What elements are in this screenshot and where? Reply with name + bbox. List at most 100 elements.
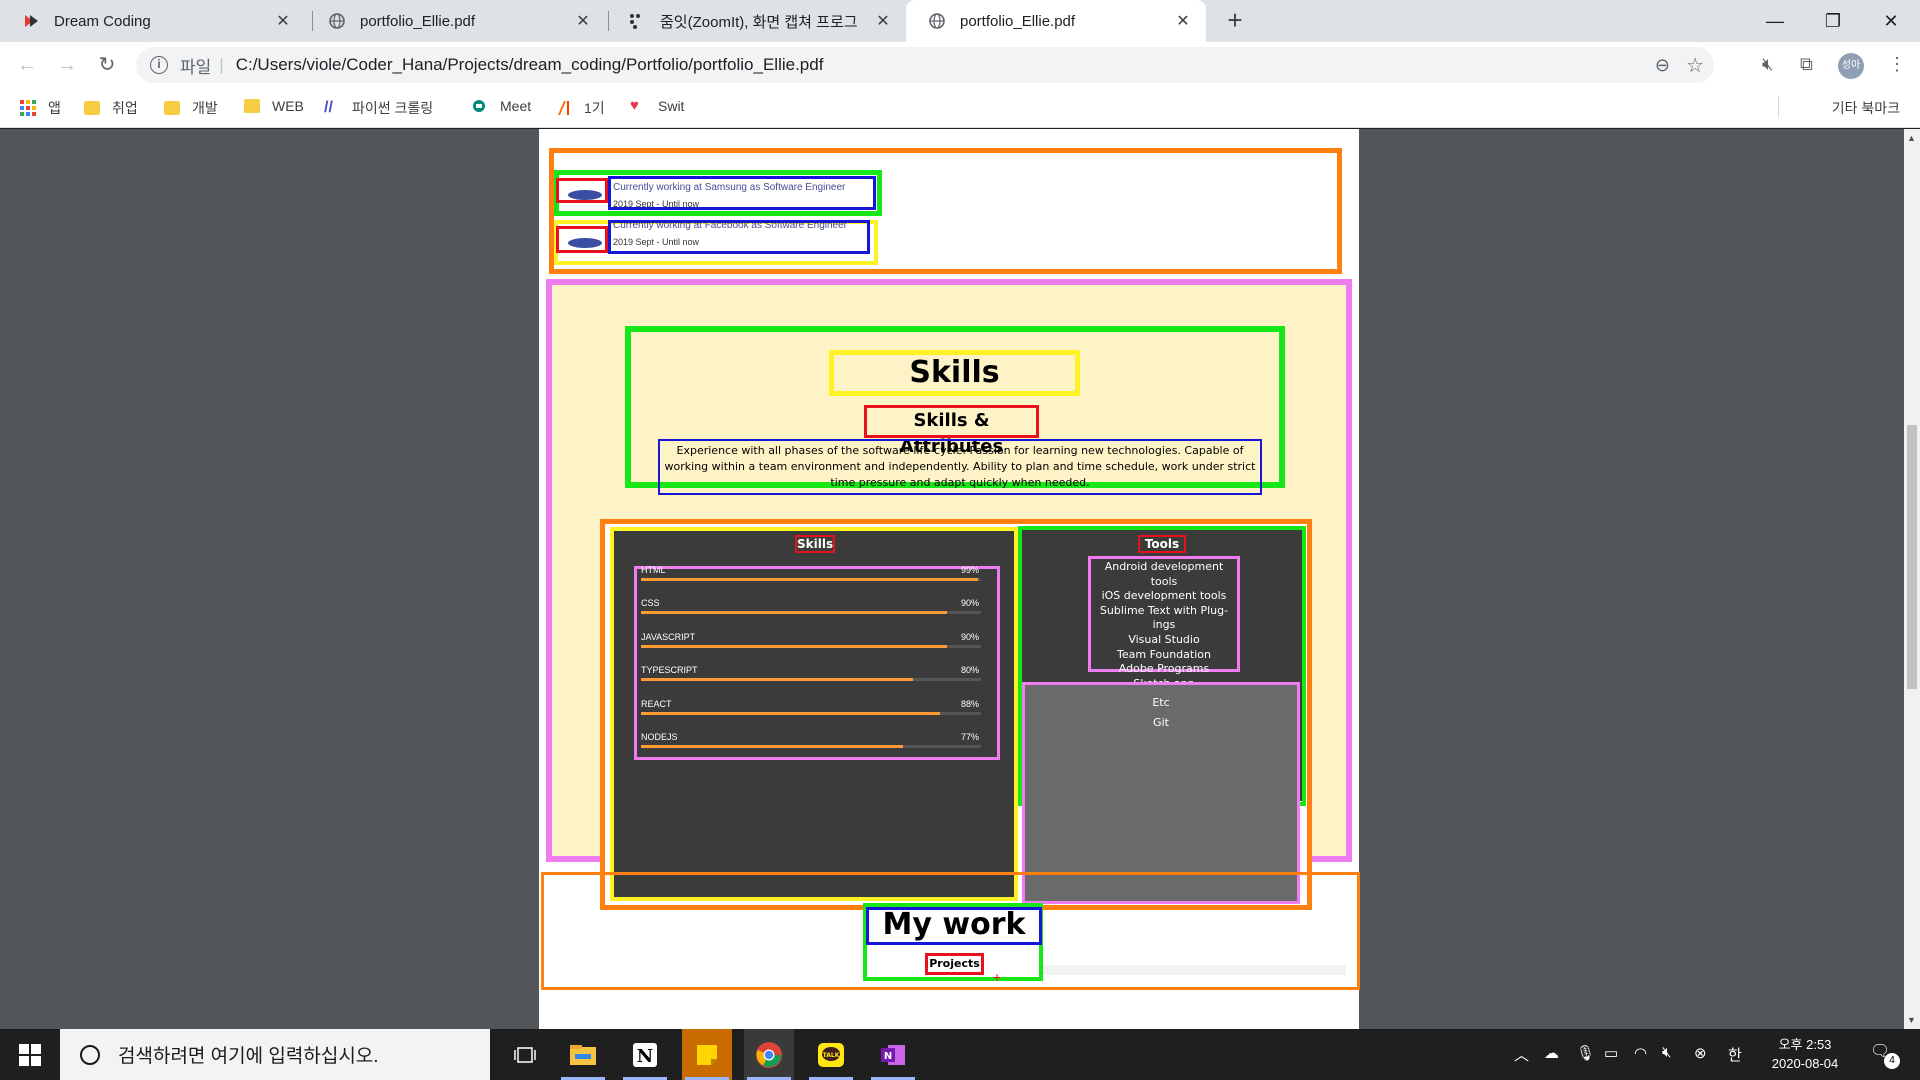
clock-date: 2020-08-04 (1771, 1056, 1839, 1071)
tab-portfolio-active[interactable]: portfolio_Ellie.pdf ✕ (906, 0, 1206, 42)
pdf-viewer[interactable]: Currently working at Samsung as Software… (0, 129, 1904, 1029)
job-description: Currently working at Samsung as Software… (608, 176, 876, 210)
tray-chevron-icon[interactable]: ︿ (1514, 1044, 1529, 1065)
volume-muted-icon[interactable]: 🔇︎ (1662, 1044, 1671, 1061)
skill-bar-fill (641, 678, 913, 681)
mywork-title: My work (882, 907, 1026, 942)
scroll-up-icon[interactable]: ▲ (1907, 133, 1916, 143)
bookmark-label: 파이썬 크롤링 (352, 100, 434, 116)
mute-icon[interactable]: 🔇︎ (1762, 54, 1773, 75)
svg-text:TALK: TALK (823, 1052, 840, 1059)
info-icon[interactable]: i (150, 56, 168, 74)
bookmark-folder-job[interactable]: 취업 (84, 98, 138, 118)
back-button[interactable]: ← (12, 50, 42, 80)
bookmark-label: 1기 (584, 100, 605, 116)
bookmark-divider (1778, 96, 1779, 118)
restore-button[interactable]: ❐ (1804, 0, 1862, 42)
mywork-strip (1040, 965, 1346, 975)
taskbar-search[interactable]: 검색하려면 여기에 입력하십시오. (60, 1029, 490, 1080)
tab-title: portfolio_Ellie.pdf (960, 12, 1076, 30)
skill-bar-fill (641, 645, 947, 648)
samsung-logo (568, 238, 602, 248)
bar-logo-icon (556, 101, 572, 115)
close-tab-icon[interactable]: ✕ (1174, 11, 1192, 31)
job-title: Currently working at Samsung as Software… (613, 182, 846, 193)
taskbar-file-explorer[interactable] (558, 1029, 608, 1080)
file-explorer-icon (570, 1044, 596, 1065)
search-icon (80, 1044, 100, 1065)
scrollbar[interactable]: ▲ ▼ (1904, 129, 1920, 1029)
bookmarks-bar: 앱 취업 개발 WEB // 파이썬 크롤링 Meet 1기 ♥ Swit 기타… (0, 88, 1920, 128)
bookmark-apps[interactable]: 앱 (20, 98, 61, 118)
wifi-icon[interactable]: ◠ (1634, 1044, 1647, 1062)
start-button[interactable] (0, 1029, 60, 1080)
bookmark-label: WEB (272, 98, 304, 114)
tab-dream-coding[interactable]: Dream Coding ✕ (0, 0, 306, 42)
scroll-down-icon[interactable]: ▼ (1907, 1015, 1916, 1025)
bookmark-star-icon[interactable]: ☆ (1686, 53, 1704, 78)
address-scheme: 파일 (180, 57, 212, 77)
windows-taskbar: 검색하려면 여기에 입력하십시오. N TALK N ︿ ☁ 🎙︎ ▭ ◠ 🔇︎… (0, 1029, 1920, 1080)
skill-row: TYPESCRIPT 80% (641, 665, 985, 695)
tab-portfolio-1[interactable]: portfolio_Ellie.pdf ✕ (306, 0, 606, 42)
close-tab-icon[interactable]: ✕ (274, 11, 292, 31)
skill-bar-track (641, 745, 981, 748)
task-view-button[interactable] (500, 1029, 550, 1080)
tab-title: 줌잇(ZoomIt), 화면 캡쳐 프로그 (660, 13, 858, 31)
zoom-icon[interactable]: ⊖ (1655, 55, 1670, 76)
search-placeholder: 검색하려면 여기에 입력하십시오. (118, 1046, 379, 1067)
skill-name: REACT (641, 699, 672, 709)
skill-name: TYPESCRIPT (641, 665, 698, 675)
bookmark-swit[interactable]: ♥ Swit (630, 98, 684, 114)
notification-center[interactable]: 🗨︎ 4 (1870, 1041, 1900, 1069)
skills-subtitle-frame: Skills & Attributes (864, 405, 1039, 457)
reload-button[interactable]: ↻ (92, 50, 122, 80)
bookmark-folder-dev[interactable]: 개발 (164, 98, 218, 118)
svg-text:N: N (637, 1046, 653, 1067)
profile-avatar[interactable]: 성아 (1838, 53, 1864, 79)
close-tab-icon[interactable]: ✕ (874, 11, 892, 31)
close-circle-icon[interactable]: ⊗ (1694, 1044, 1707, 1062)
scrollbar-thumb[interactable] (1907, 425, 1917, 689)
address-bar[interactable]: i 파일 | C:/Users/viole/Coder_Hana/Project… (136, 47, 1714, 83)
microphone-icon[interactable]: 🎙︎ (1576, 1044, 1595, 1062)
projects-button[interactable]: Projects (928, 956, 981, 972)
tools-title-frame: Tools (1138, 535, 1186, 553)
close-tab-icon[interactable]: ✕ (574, 11, 592, 31)
etc-title: Etc (1152, 696, 1170, 709)
skill-bar-fill (641, 578, 978, 581)
bookmark-meet[interactable]: Meet (472, 98, 531, 114)
minimize-button[interactable]: — (1746, 0, 1804, 42)
bookmark-1st[interactable]: 1기 (556, 98, 605, 118)
bookmark-label: Swit (658, 98, 685, 114)
folder-icon (244, 99, 260, 113)
onenote-icon: N (881, 1044, 905, 1065)
bookmark-label: 앱 (48, 100, 61, 116)
skill-name: HTML (641, 565, 666, 575)
forward-button[interactable]: → (52, 50, 82, 80)
skills-list: HTML 99% CSS 90% JAVASCRIPT 90% TYPESCRI… (634, 565, 1000, 760)
menu-icon[interactable]: ⋮ (1888, 54, 1906, 75)
bookmark-python-crawling[interactable]: // 파이썬 크롤링 (324, 98, 433, 118)
tab-zoomit[interactable]: 줌잇(ZoomIt), 화면 캡쳐 프로그 ✕ (606, 0, 906, 42)
ime-indicator[interactable]: 한 (1728, 1044, 1742, 1065)
taskbar-clock[interactable]: 오후 2:53 2020-08-04 (1760, 1035, 1850, 1073)
bookmark-folder-web[interactable]: WEB (244, 98, 304, 114)
extensions-icon[interactable]: ⧉ (1800, 54, 1813, 75)
address-url[interactable]: C:/Users/viole/Coder_Hana/Projects/dream… (236, 55, 824, 75)
bookmark-other[interactable]: 기타 북마크 (1832, 98, 1900, 118)
clock-time: 오후 2:53 (1778, 1037, 1832, 1052)
skills-title: Skills (909, 355, 1000, 390)
taskbar-onenote[interactable]: N (868, 1029, 918, 1080)
new-tab-button[interactable]: + (1220, 6, 1250, 36)
dream-coding-icon (22, 12, 40, 30)
onedrive-icon[interactable]: ☁ (1544, 1044, 1559, 1062)
taskbar-sticky-notes[interactable] (682, 1029, 732, 1080)
taskbar-notion[interactable]: N (620, 1029, 670, 1080)
taskbar-chrome[interactable] (744, 1029, 794, 1080)
taskbar-kakaotalk[interactable]: TALK (806, 1029, 856, 1080)
job-description: Currently working at Facebook as Softwar… (608, 220, 870, 254)
zoomit-icon (628, 12, 646, 30)
close-window-button[interactable]: ✕ (1862, 0, 1920, 42)
battery-icon[interactable]: ▭ (1604, 1044, 1618, 1062)
